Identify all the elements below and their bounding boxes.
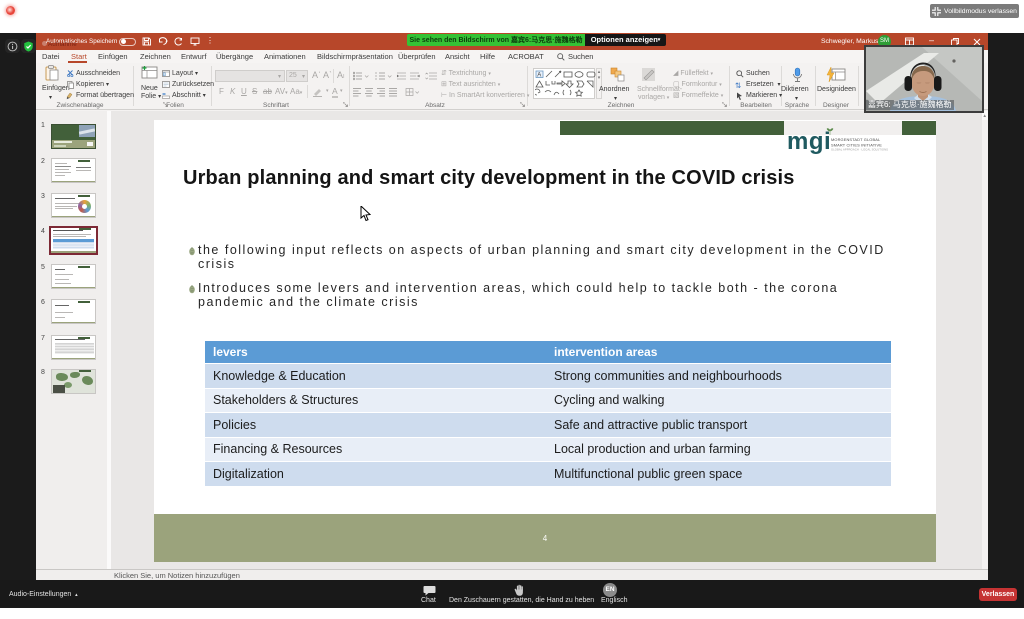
svg-text:A: A (537, 73, 541, 79)
svg-text:SMART CITIES INITIATIVE: SMART CITIES INITIATIVE (831, 143, 882, 148)
svg-text:MORGENSTADT GLOBAL: MORGENSTADT GLOBAL (831, 137, 881, 142)
svg-text:GLOBAL APPROACH · LOCAL SOLUTI: GLOBAL APPROACH · LOCAL SOLUTIONS (831, 148, 888, 152)
